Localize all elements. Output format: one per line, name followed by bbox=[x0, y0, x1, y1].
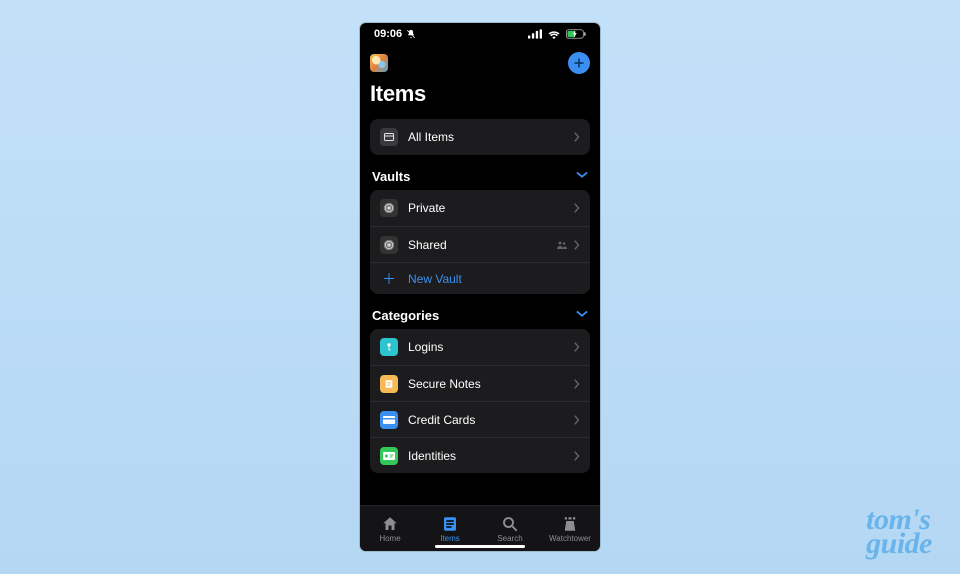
category-row-identities[interactable]: Identities bbox=[370, 437, 590, 473]
categories-section-header[interactable]: Categories bbox=[372, 308, 588, 323]
wifi-icon bbox=[547, 29, 561, 39]
watchtower-icon bbox=[561, 515, 579, 533]
note-icon bbox=[380, 375, 398, 393]
chevron-down-icon bbox=[576, 169, 588, 184]
chevron-right-icon bbox=[574, 203, 580, 213]
chevron-right-icon bbox=[574, 240, 580, 250]
all-items-icon bbox=[380, 128, 398, 146]
category-label: Credit Cards bbox=[408, 413, 564, 427]
tab-label: Search bbox=[497, 534, 522, 543]
all-items-row[interactable]: All Items bbox=[370, 119, 590, 155]
add-button[interactable] bbox=[568, 52, 590, 74]
vault-row-shared[interactable]: Shared bbox=[370, 226, 590, 262]
category-row-logins[interactable]: Logins bbox=[370, 329, 590, 365]
vault-row-private[interactable]: Private bbox=[370, 190, 590, 226]
tab-label: Home bbox=[379, 534, 400, 543]
all-items-label: All Items bbox=[408, 130, 564, 144]
vault-icon bbox=[380, 199, 398, 217]
vaults-card: Private Shared ＋ New Vault bbox=[370, 190, 590, 294]
cellular-icon bbox=[528, 29, 542, 39]
bell-off-icon bbox=[406, 29, 416, 39]
account-avatar[interactable] bbox=[370, 54, 388, 72]
key-icon bbox=[380, 338, 398, 356]
chevron-right-icon bbox=[574, 415, 580, 425]
page-title: Items bbox=[370, 81, 590, 107]
vault-label: Private bbox=[408, 201, 564, 215]
chevron-right-icon bbox=[574, 132, 580, 142]
search-icon bbox=[501, 515, 519, 533]
vault-label: Shared bbox=[408, 238, 546, 252]
category-row-secure-notes[interactable]: Secure Notes bbox=[370, 365, 590, 401]
items-icon bbox=[441, 515, 459, 533]
home-indicator bbox=[435, 545, 525, 548]
category-label: Identities bbox=[408, 449, 564, 463]
identity-icon bbox=[380, 447, 398, 465]
category-label: Logins bbox=[408, 340, 564, 354]
phone-frame: 09:06 Items All Items bbox=[360, 23, 600, 551]
category-row-credit-cards[interactable]: Credit Cards bbox=[370, 401, 590, 437]
vault-icon bbox=[380, 236, 398, 254]
content-scroll: All Items Vaults Private bbox=[360, 119, 600, 505]
people-icon bbox=[556, 239, 568, 251]
new-vault-label: New Vault bbox=[408, 272, 580, 286]
home-icon bbox=[381, 515, 399, 533]
battery-icon bbox=[566, 29, 586, 39]
category-label: Secure Notes bbox=[408, 377, 564, 391]
status-bar: 09:06 bbox=[360, 23, 600, 45]
new-vault-row[interactable]: ＋ New Vault bbox=[370, 262, 590, 294]
header: Items bbox=[360, 45, 600, 119]
chevron-down-icon bbox=[576, 308, 588, 323]
watermark: tom's guide bbox=[866, 508, 932, 556]
status-time: 09:06 bbox=[374, 28, 402, 40]
tab-watchtower[interactable]: Watchtower bbox=[540, 506, 600, 551]
plus-icon bbox=[573, 57, 585, 69]
credit-card-icon bbox=[380, 411, 398, 429]
tab-label: Watchtower bbox=[549, 534, 591, 543]
categories-title: Categories bbox=[372, 308, 439, 323]
chevron-right-icon bbox=[574, 379, 580, 389]
tab-home[interactable]: Home bbox=[360, 506, 420, 551]
vaults-section-header[interactable]: Vaults bbox=[372, 169, 588, 184]
vaults-title: Vaults bbox=[372, 169, 410, 184]
watermark-line2: guide bbox=[866, 532, 932, 556]
categories-card: Logins Secure Notes Credit Cards bbox=[370, 329, 590, 473]
tab-label: Items bbox=[440, 534, 460, 543]
chevron-right-icon bbox=[574, 342, 580, 352]
tab-bar: Home Items Search Watchtower bbox=[360, 505, 600, 551]
chevron-right-icon bbox=[574, 451, 580, 461]
all-items-card: All Items bbox=[370, 119, 590, 155]
plus-icon: ＋ bbox=[380, 269, 398, 289]
